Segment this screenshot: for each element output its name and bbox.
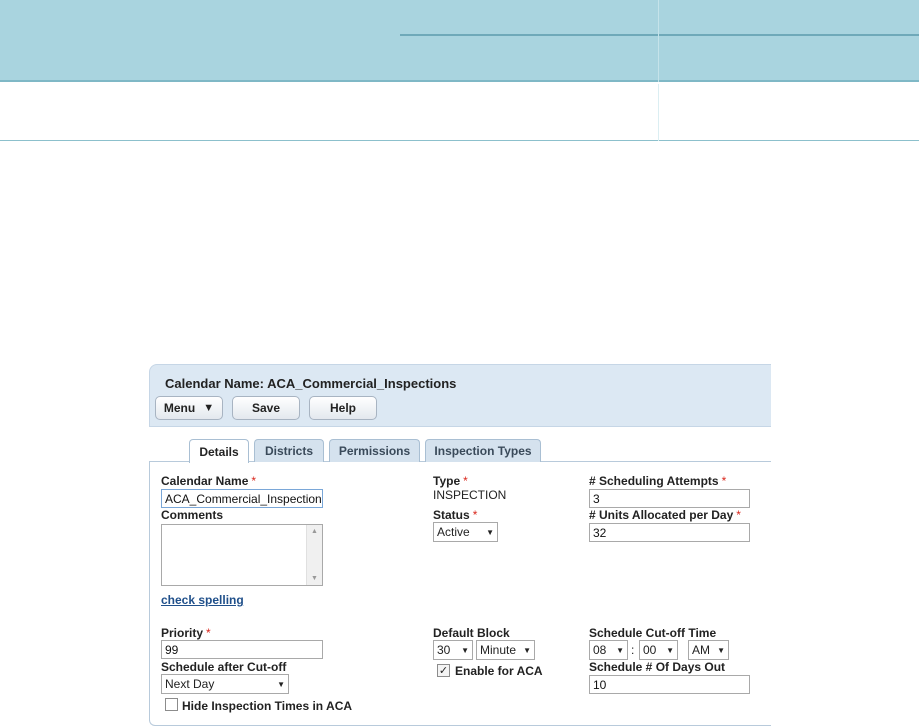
enable-aca-checkbox[interactable]: ✓ (437, 664, 450, 677)
table-row (0, 84, 919, 141)
chevron-down-icon: ▼ (486, 527, 494, 537)
days-out-input[interactable]: 10 (589, 675, 750, 694)
check-spelling-link[interactable]: check spelling (161, 593, 244, 607)
cutoff-minute-value: 00 (643, 643, 657, 657)
chevron-down-icon: ▼ (523, 645, 531, 655)
scroll-up-icon[interactable]: ▲ (311, 528, 318, 535)
scroll-down-icon[interactable]: ▼ (311, 575, 318, 582)
required-marker: * (472, 508, 478, 522)
header-column-divider (658, 0, 659, 82)
row-column-divider (658, 84, 659, 141)
tab-permissions[interactable]: Permissions (329, 439, 420, 462)
header-band (0, 0, 919, 82)
cutoff-time-label: Schedule Cut-off Time (589, 626, 717, 640)
menu-button-label: Menu (163, 401, 196, 415)
days-out-label: Schedule # Of Days Out (589, 660, 726, 674)
chevron-down-icon: ▼ (277, 679, 285, 689)
priority-label: Priority * (161, 626, 211, 640)
hide-times-label: Hide Inspection Times in ACA (182, 699, 353, 713)
required-marker: * (251, 474, 257, 488)
schedule-after-cutoff-label: Schedule after Cut-off (161, 660, 287, 674)
cutoff-hour-value: 08 (593, 643, 607, 657)
menu-button[interactable]: Menu ▼ (155, 396, 223, 420)
cutoff-hour-select[interactable]: 08 ▼ (589, 640, 628, 660)
priority-input[interactable]: 99 (161, 640, 323, 659)
enable-aca-label: Enable for ACA (455, 664, 543, 678)
comments-textarea[interactable]: ▲ ▼ (161, 524, 323, 586)
default-block-number-value: 30 (437, 643, 451, 657)
chevron-down-icon: ▼ (461, 645, 469, 655)
scheduling-attempts-label: # Scheduling Attempts * (589, 474, 727, 488)
cutoff-minute-select[interactable]: 00 ▼ (639, 640, 678, 660)
required-marker: * (206, 626, 211, 640)
type-label: Type * (433, 474, 468, 488)
cutoff-time-separator: : (631, 643, 635, 657)
tab-districts[interactable]: Districts (254, 439, 324, 462)
units-per-day-input[interactable]: 32 (589, 523, 750, 542)
status-label: Status * (433, 508, 478, 522)
required-marker: * (721, 474, 727, 488)
chevron-down-icon: ▼ (616, 645, 624, 655)
chevron-down-icon: ▼ (666, 645, 674, 655)
default-block-label: Default Block (433, 626, 510, 640)
calendar-name-label: Calendar Name * (161, 474, 257, 488)
help-button[interactable]: Help (309, 396, 377, 420)
chevron-down-icon: ▼ (717, 645, 725, 655)
menu-icon: ▼ (203, 402, 215, 414)
page-title: Calendar Name: ACA_Commercial_Inspection… (165, 376, 457, 391)
schedule-after-cutoff-select[interactable]: Next Day ▼ (161, 674, 289, 694)
header-divider-line (400, 34, 919, 36)
cutoff-ampm-value: AM (692, 643, 710, 657)
status-value: Active (437, 525, 470, 539)
default-block-number-select[interactable]: 30 ▼ (433, 640, 473, 660)
save-button[interactable]: Save (232, 396, 300, 420)
required-marker: * (736, 508, 741, 522)
default-block-unit-value: Minute (480, 643, 517, 657)
default-block-unit-select[interactable]: Minute ▼ (476, 640, 535, 660)
scheduling-attempts-input[interactable]: 3 (589, 489, 750, 508)
comments-label: Comments (161, 508, 224, 522)
comments-scrollbar[interactable]: ▲ ▼ (306, 525, 322, 585)
type-value: INSPECTION (433, 488, 507, 502)
hide-times-checkbox[interactable] (165, 698, 178, 711)
required-marker: * (463, 474, 468, 488)
calendar-name-input[interactable]: ACA_Commercial_Inspections (161, 489, 323, 508)
schedule-after-cutoff-value: Next Day (165, 677, 215, 691)
tab-details[interactable]: Details (189, 439, 249, 463)
status-select[interactable]: Active ▼ (433, 522, 498, 542)
tab-inspection-types[interactable]: Inspection Types (425, 439, 541, 462)
units-per-day-label: # Units Allocated per Day * (589, 508, 741, 522)
cutoff-ampm-select[interactable]: AM ▼ (688, 640, 729, 660)
